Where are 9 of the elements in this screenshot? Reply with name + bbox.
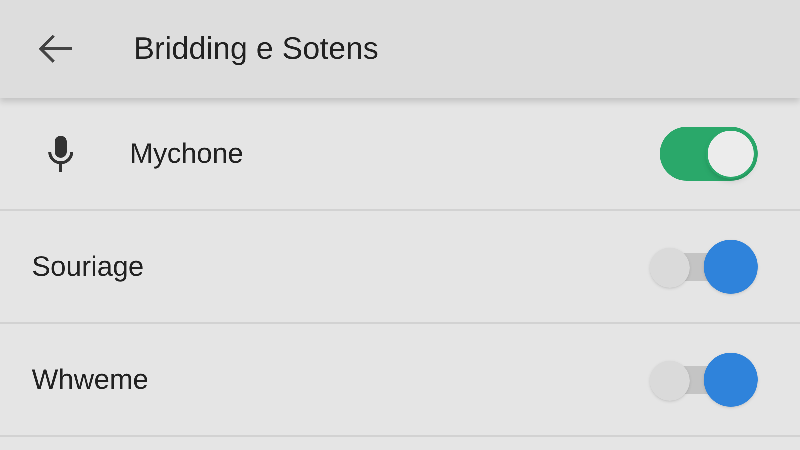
setting-label: Whweme <box>32 362 149 396</box>
setting-label: Souriage <box>32 250 144 284</box>
toggle-switch[interactable] <box>660 126 758 180</box>
microphone-icon <box>48 136 74 172</box>
toggle-switch[interactable] <box>650 240 758 294</box>
back-arrow-icon[interactable] <box>38 34 74 64</box>
page-title: Bridding e Sotens <box>134 30 379 68</box>
setting-label: Mychone <box>130 136 244 171</box>
toggle-switch[interactable] <box>650 352 758 406</box>
